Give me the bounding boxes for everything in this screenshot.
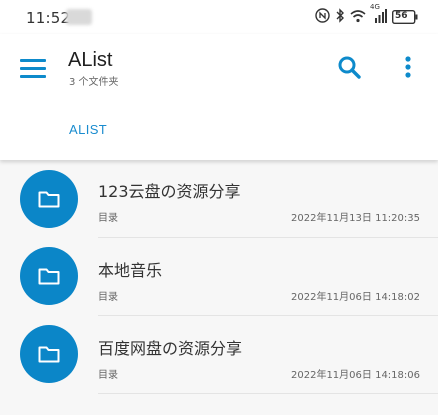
file-type: 目录 <box>98 292 118 303</box>
app-bar: AList 3 个文件夹 ALIST <box>0 34 438 160</box>
more-options-button[interactable] <box>398 54 418 82</box>
more-vert-icon <box>405 56 411 78</box>
file-name: 123云盘の资源分享 <box>98 182 241 201</box>
breadcrumb-tab-alist[interactable]: ALIST <box>69 122 107 137</box>
file-list: 123云盘の资源分享 目录 2022年11月13日 11:20:35 本地音乐 … <box>0 160 438 415</box>
nfc-icon <box>315 7 330 27</box>
file-name: 本地音乐 <box>98 261 163 280</box>
folder-icon <box>38 268 60 285</box>
bluetooth-icon <box>335 7 345 27</box>
search-icon <box>338 56 361 79</box>
folder-count: 3 个文件夹 <box>69 77 119 88</box>
folder-icon <box>38 346 60 363</box>
blurred-status-area <box>66 9 92 25</box>
file-date: 2022年11月06日 14:18:02 <box>291 292 420 303</box>
search-button[interactable] <box>336 54 364 82</box>
file-type: 目录 <box>98 370 118 381</box>
file-date: 2022年11月06日 14:18:06 <box>291 370 420 381</box>
folder-avatar <box>20 325 78 383</box>
menu-icon-bar <box>20 74 46 78</box>
battery-level: 56 <box>395 11 408 21</box>
folder-avatar <box>20 247 78 305</box>
status-bar: 11:52 4G 56 <box>0 0 438 34</box>
app-title: AList <box>68 49 113 71</box>
folder-avatar <box>20 170 78 228</box>
list-item[interactable]: 123云盘の资源分享 目录 2022年11月13日 11:20:35 <box>0 160 438 238</box>
signal-icon: 4G <box>370 3 387 27</box>
list-item[interactable]: 百度网盘の资源分享 目录 2022年11月06日 14:18:06 <box>0 316 438 394</box>
menu-icon-bar <box>20 66 46 70</box>
menu-button[interactable] <box>20 54 48 82</box>
menu-icon-bar <box>20 58 46 62</box>
status-icons: 4G 56 <box>315 3 418 27</box>
folder-icon <box>38 191 60 208</box>
file-name: 百度网盘の资源分享 <box>98 339 243 358</box>
battery-icon: 56 <box>392 10 418 24</box>
wifi-icon <box>350 8 366 27</box>
divider <box>98 393 438 394</box>
signal-label: 4G <box>370 2 380 11</box>
list-item[interactable]: 本地音乐 目录 2022年11月06日 14:18:02 <box>0 238 438 316</box>
file-date: 2022年11月13日 11:20:35 <box>291 213 420 224</box>
status-time: 11:52 <box>26 9 71 27</box>
file-type: 目录 <box>98 213 118 224</box>
